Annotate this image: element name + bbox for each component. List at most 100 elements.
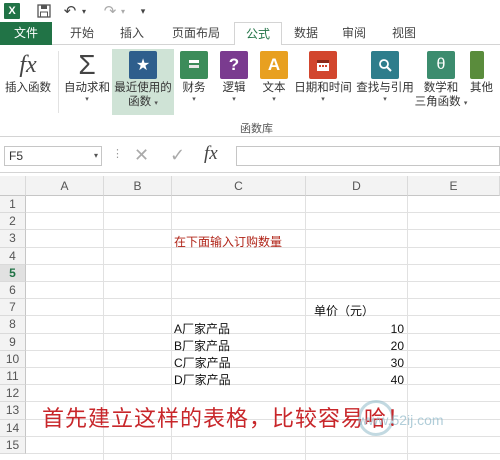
row-header-8[interactable]: 8 <box>0 316 26 334</box>
cell-c8[interactable]: A厂家产品 <box>174 322 230 336</box>
tab-page-layout[interactable]: 页面布局 <box>160 22 232 45</box>
autosum-label: 自动求和 <box>64 82 110 94</box>
row-header-5[interactable]: 5 <box>0 264 26 282</box>
row-gridline <box>26 453 500 454</box>
math-trig-button[interactable]: θ 数学和 三角函数 ▾ <box>414 49 468 115</box>
function-library-group-label: 函数库 <box>240 123 273 135</box>
chevron-down-icon: ▾ <box>232 96 236 103</box>
tab-view[interactable]: 视图 <box>384 22 424 45</box>
ribbon-tabs: 文件 开始 插入 页面布局 公式 数据 审阅 视图 <box>0 22 500 46</box>
chevron-down-icon: ▾ <box>272 96 276 103</box>
tab-insert[interactable]: 插入 <box>112 22 152 45</box>
row-header-7[interactable]: 7 <box>0 299 26 317</box>
enter-icon[interactable]: ✓ <box>170 145 185 166</box>
row-gridline <box>26 298 500 300</box>
customize-toolbar-icon[interactable]: ▾ <box>138 3 148 19</box>
title-bar: X ↶ ▾ ↷ ▾ ▾ <box>0 0 500 22</box>
undo-icon[interactable]: ↶ <box>62 3 78 20</box>
column-header-b[interactable]: B <box>104 176 172 196</box>
redo-dropdown-icon[interactable]: ▾ <box>119 3 127 19</box>
row-gridline <box>26 332 500 334</box>
tab-data[interactable]: 数据 <box>286 22 326 45</box>
undo-dropdown-icon[interactable]: ▾ <box>80 3 88 19</box>
row-gridline <box>26 384 500 386</box>
logic-book-icon: ? <box>220 51 248 79</box>
chevron-down-icon: ▾ <box>463 100 468 107</box>
chevron-down-icon: ▾ <box>383 96 387 103</box>
autosum-button[interactable]: Σ 自动求和 ▾ <box>62 49 112 115</box>
cell-d9[interactable]: 20 <box>306 339 404 353</box>
formula-bar: F5 ▾ ⋮ ✕ ✓ fx <box>0 137 500 173</box>
cell-d11[interactable]: 40 <box>306 373 404 387</box>
more-functions-icon <box>470 51 484 79</box>
name-box[interactable]: F5 ▾ <box>4 146 102 166</box>
calendar-book-icon <box>309 51 337 79</box>
insert-function-button[interactable]: fx 插入函数 <box>2 49 54 115</box>
resize-handle-icon[interactable]: ⋮ <box>112 147 123 160</box>
row-gridline <box>26 229 500 231</box>
row-header-11[interactable]: 11 <box>0 368 26 386</box>
row-header-10[interactable]: 10 <box>0 350 26 368</box>
more-functions-label: 其他 <box>470 82 493 94</box>
name-box-value: F5 <box>9 149 24 163</box>
financial-label: 财务 <box>182 82 206 94</box>
cell-d7[interactable]: 单价（元） <box>306 304 374 318</box>
recently-used-button[interactable]: ★ 最近使用的 函数 ▾ <box>112 49 174 115</box>
column-header-c[interactable]: C <box>172 176 306 196</box>
tab-home[interactable]: 开始 <box>60 22 104 45</box>
row-header-6[interactable]: 6 <box>0 282 26 300</box>
ribbon-separator <box>58 51 59 113</box>
row-header-9[interactable]: 9 <box>0 333 26 351</box>
logical-button[interactable]: ? 逻辑 ▾ <box>216 49 252 115</box>
tab-file[interactable]: 文件 <box>0 22 52 45</box>
lookup-reference-label: 查找与引用 <box>356 82 414 94</box>
cell-c10[interactable]: C厂家产品 <box>174 356 231 370</box>
row-header-4[interactable]: 4 <box>0 247 26 265</box>
row-gridline <box>26 212 500 214</box>
column-header-d[interactable]: D <box>306 176 408 196</box>
row-header-15[interactable]: 15 <box>0 436 26 454</box>
math-trig-label: 数学和 <box>423 82 459 94</box>
watermark-text: www.52ij.com <box>358 412 444 428</box>
sigma-icon: Σ <box>78 49 96 80</box>
row-header-13[interactable]: 13 <box>0 402 26 420</box>
row-gridline <box>26 263 500 265</box>
excel-logo-icon: X <box>4 3 20 19</box>
redo-icon[interactable]: ↷ <box>102 3 118 20</box>
formula-input[interactable] <box>236 146 500 166</box>
column-header-e[interactable]: E <box>408 176 500 196</box>
row-header-14[interactable]: 14 <box>0 419 26 437</box>
cell-d8[interactable]: 10 <box>306 322 404 336</box>
chevron-down-icon: ▾ <box>321 96 325 103</box>
insert-function-icon[interactable]: fx <box>204 143 218 165</box>
financial-button[interactable]: 财务 ▾ <box>176 49 212 115</box>
save-icon[interactable] <box>36 3 52 19</box>
row-header-2[interactable]: 2 <box>0 213 26 231</box>
instruction-caption: 首先建立这样的表格，比较容易哈！ <box>42 407 411 432</box>
lookup-reference-button[interactable]: 查找与引用 ▾ <box>354 49 416 115</box>
row-header-1[interactable]: 1 <box>0 196 26 214</box>
row-header-3[interactable]: 3 <box>0 230 26 248</box>
select-all-corner[interactable] <box>0 176 26 196</box>
math-trig-label-2: 三角函数 ▾ <box>414 96 468 108</box>
tab-review[interactable]: 审阅 <box>334 22 374 45</box>
cell-c3[interactable]: 在下面输入订购数量 <box>174 235 282 249</box>
row-gridline <box>26 367 500 368</box>
tab-formulas[interactable]: 公式 <box>234 22 282 46</box>
row-header-12[interactable]: 12 <box>0 385 26 403</box>
chevron-down-icon: ▾ <box>85 96 89 103</box>
column-header-a[interactable]: A <box>26 176 104 196</box>
cell-c11[interactable]: D厂家产品 <box>174 373 231 387</box>
more-functions-button[interactable]: 其他 <box>470 49 500 115</box>
chevron-down-icon[interactable]: ▾ <box>94 147 98 165</box>
chevron-down-icon: ▾ <box>154 100 158 107</box>
chevron-down-icon: ▾ <box>192 96 196 103</box>
ribbon-formulas: fx 插入函数 Σ 自动求和 ▾ ★ 最近使用的 函数 ▾ 财务 ▾ ? 逻辑 … <box>0 45 500 137</box>
text-button[interactable]: A 文本 ▾ <box>256 49 292 115</box>
cell-d10[interactable]: 30 <box>306 356 404 370</box>
cancel-icon[interactable]: ✕ <box>134 145 149 166</box>
date-time-button[interactable]: 日期和时间 ▾ <box>292 49 354 115</box>
cell-c9[interactable]: B厂家产品 <box>174 339 230 353</box>
row-gridline <box>26 435 500 437</box>
math-book-icon: θ <box>427 51 455 79</box>
